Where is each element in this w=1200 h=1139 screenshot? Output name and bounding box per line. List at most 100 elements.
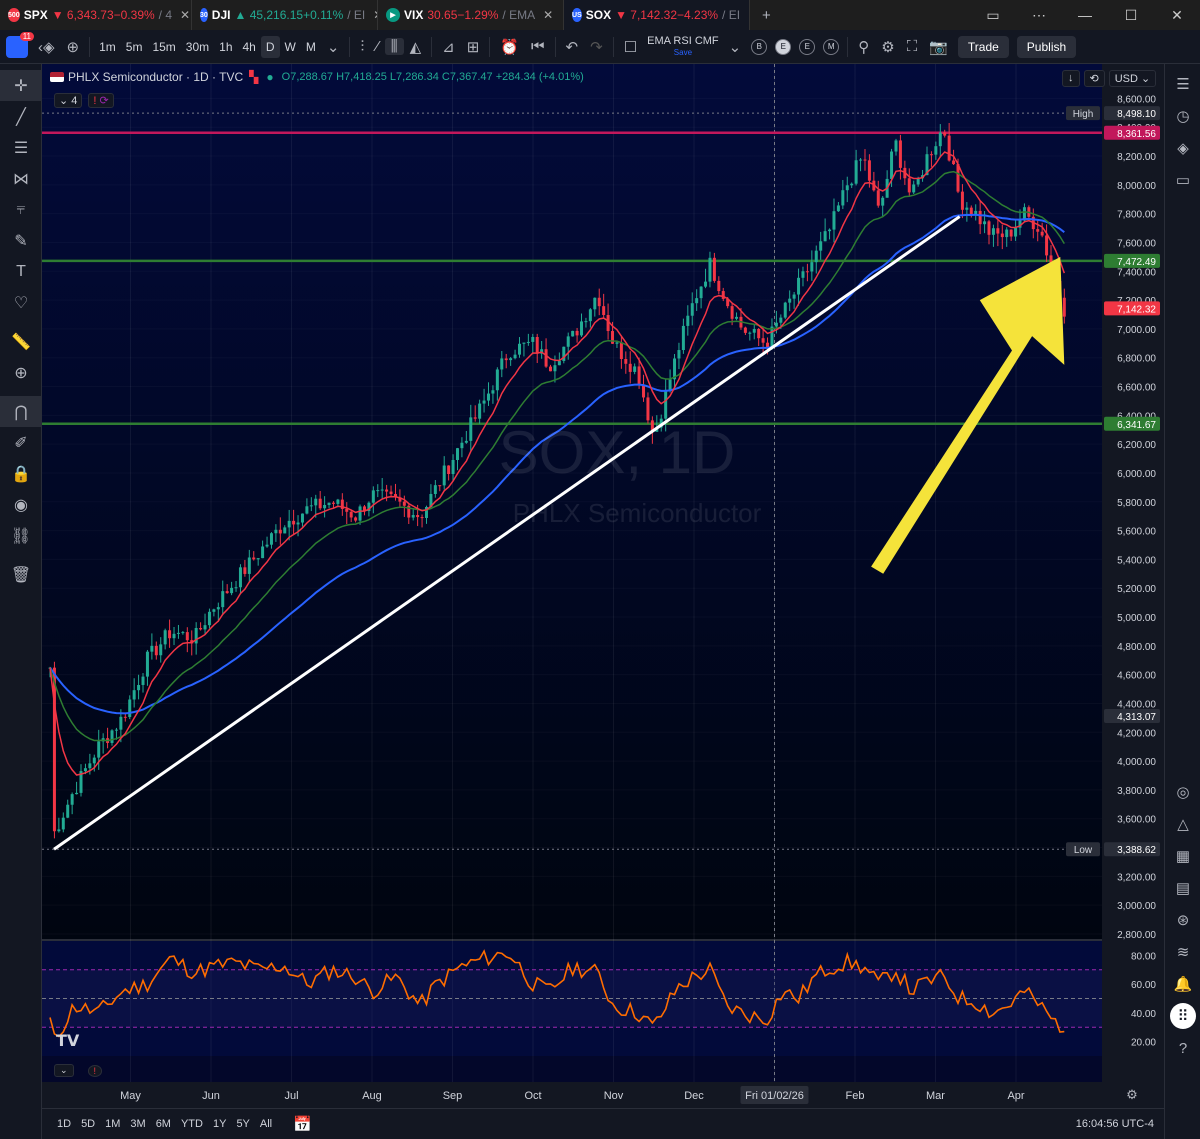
date-range-icon[interactable]: 📅 [287,1115,318,1133]
indicator-pill[interactable]: E [799,38,816,55]
range-6m[interactable]: 6M [151,1118,176,1130]
maximize-icon[interactable]: ☐ [1108,7,1154,24]
trade-button[interactable]: Trade [957,35,1009,58]
avatar[interactable]: 11 [6,31,34,58]
settings-icon[interactable]: ⚙ [875,38,900,56]
close-tab-icon[interactable]: ✕ [180,8,190,22]
layouts-icon[interactable]: ⊞ [461,38,486,56]
bell-icon[interactable]: 🔔 [1165,968,1200,1000]
apps-icon[interactable]: ⠿ [1170,1003,1196,1029]
sync-icon[interactable]: ⟲ [1083,70,1105,87]
checkbox-icon[interactable]: ☐ [618,38,643,56]
interval-1h[interactable]: 1h [214,30,237,64]
interval-30m[interactable]: 30m [181,30,214,64]
quick-search-icon[interactable]: ⚲ [852,38,875,56]
price-chart[interactable]: May Jun Jul Aug Sep Oct Nov Dec Fri 01/02/26 Feb M… [42,64,1164,1108]
zoom-icon[interactable]: ⊕ [0,357,42,388]
range-ytd[interactable]: YTD [176,1118,208,1130]
indicator-pill[interactable]: E [775,38,792,55]
target-icon[interactable]: ◎ [1165,776,1200,808]
range-all[interactable]: All [255,1118,277,1130]
ruler-icon[interactable]: 📏 [0,326,42,357]
close-window-icon[interactable]: ✕ [1154,7,1200,24]
layout-icon[interactable]: ▭ [970,7,1016,24]
tab-spx[interactable]: 500 SPX ▼ 6,343.73 −0.39%/ 4 ✕ [0,0,192,30]
tab-sox[interactable]: USSOX▼ 7,142.32 −4.23%/ EI ✕ [564,0,750,30]
indicator-pill[interactable]: B [751,38,768,55]
camera-icon[interactable]: 📷 [923,38,954,56]
axis-settings-icon[interactable]: ⚙ [1126,1088,1138,1103]
chevron-down-icon[interactable]: ⌄ [321,38,346,56]
clock[interactable]: 16:04:56 UTC-4 [1076,1118,1154,1130]
redo-icon[interactable]: ↷ [584,38,609,56]
undo-icon[interactable]: ↶ [560,38,585,56]
currency-select[interactable]: USD ⌄ [1108,70,1157,87]
indicator-template[interactable]: EMA RSI CMF Save [647,35,719,58]
crosshair-icon[interactable]: ✛ [0,70,42,101]
indicators-toggle[interactable]: ⌄ 4 [54,93,83,108]
news-icon[interactable]: ▤ [1165,872,1200,904]
fib-icon[interactable]: ☰ [0,132,42,163]
pattern-icon[interactable]: ⋈ [0,163,42,194]
indicator-pill[interactable]: M [823,38,840,55]
interval-15m[interactable]: 15m [147,30,180,64]
trendline-icon[interactable]: ╱ [0,101,42,132]
stream-icon[interactable]: ≋ [1165,936,1200,968]
range-1d[interactable]: 1D [52,1118,76,1130]
pane-collapse-icon[interactable]: ⌄ [54,1064,74,1077]
layers-icon[interactable]: ◈ [1165,132,1200,164]
range-1y[interactable]: 1Y [208,1118,231,1130]
area-chart-icon[interactable]: ◭ [404,38,428,56]
forecast-icon[interactable]: ⫧ [0,194,42,225]
indicators-icon[interactable]: ⊿ [436,38,461,56]
text-icon[interactable]: T [0,256,42,287]
close-tab-icon[interactable]: ✕ [748,8,749,22]
minimize-icon[interactable]: — [1062,7,1108,23]
interval-d[interactable]: D [260,35,280,58]
candles-icon[interactable]: ⫼ [384,38,404,55]
trash-icon[interactable]: 🗑 [0,559,42,590]
interval-4h[interactable]: 4h [238,30,261,64]
compare-icon[interactable]: ⊕ [61,38,86,56]
more-icon[interactable]: ⋯ [1016,7,1062,24]
help-icon[interactable]: ? [1165,1032,1200,1064]
watchlist-icon[interactable]: ☰ [1165,68,1200,100]
ideas-icon[interactable]: △ [1165,808,1200,840]
close-tab-icon[interactable]: ✕ [543,8,553,22]
series-title[interactable]: PHLX Semiconductor · 1D · TVC [68,70,243,84]
magnet-icon[interactable]: ⋂ [0,396,42,427]
alert-icon[interactable]: ⏰ [494,38,525,56]
symbol-search-icon[interactable]: ‹◈ [32,38,61,56]
lock-drawing-icon[interactable]: ✐ [0,427,42,458]
tab-dji[interactable]: 30DJI▲ 45,216.15 +0.11%/ EI✕ [192,0,378,30]
scroll-down-icon[interactable]: ↓ [1062,70,1080,87]
link-icon[interactable]: ⛓ [0,520,42,551]
clock-icon[interactable]: ◷ [1165,100,1200,132]
range-1m[interactable]: 1M [100,1118,125,1130]
publish-button[interactable]: Publish [1016,35,1077,58]
range-5d[interactable]: 5D [76,1118,100,1130]
lock-icon[interactable]: 🔒 [0,458,42,489]
new-tab-icon[interactable]: + [756,7,777,24]
interval-1m[interactable]: 1m [94,30,121,64]
chat-icon[interactable]: ▭ [1165,164,1200,196]
globe-icon[interactable]: ⊛ [1165,904,1200,936]
interval-5m[interactable]: 5m [121,30,148,64]
range-5y[interactable]: 5Y [231,1118,254,1130]
bar-chart-icon[interactable]: ⫶ [354,38,370,55]
fullscreen-icon[interactable]: ⛶ [901,38,924,55]
tab-vix[interactable]: ▶ VIX 30.65 −1.29% / EMA ✕ [378,0,564,30]
chevron-down-icon[interactable]: ⌄ [723,38,748,56]
interval-m[interactable]: M [301,30,321,64]
interval-w[interactable]: W [280,30,301,64]
calendar-icon[interactable]: ▦ [1165,840,1200,872]
line-chart-icon[interactable]: ⁄ [370,38,385,55]
eye-icon[interactable]: ◉ [0,489,42,520]
brush-icon[interactable]: ✎ [0,225,42,256]
alert-status-icon[interactable]: ! ⟳ [88,93,114,108]
range-3m[interactable]: 3M [125,1118,150,1130]
heart-icon[interactable]: ♡ [0,287,42,318]
flag-marker-icon[interactable]: ▚ [249,70,258,84]
replay-icon[interactable]: ⏮ [525,38,551,55]
pane-alert-icon[interactable]: ! [87,1064,103,1077]
